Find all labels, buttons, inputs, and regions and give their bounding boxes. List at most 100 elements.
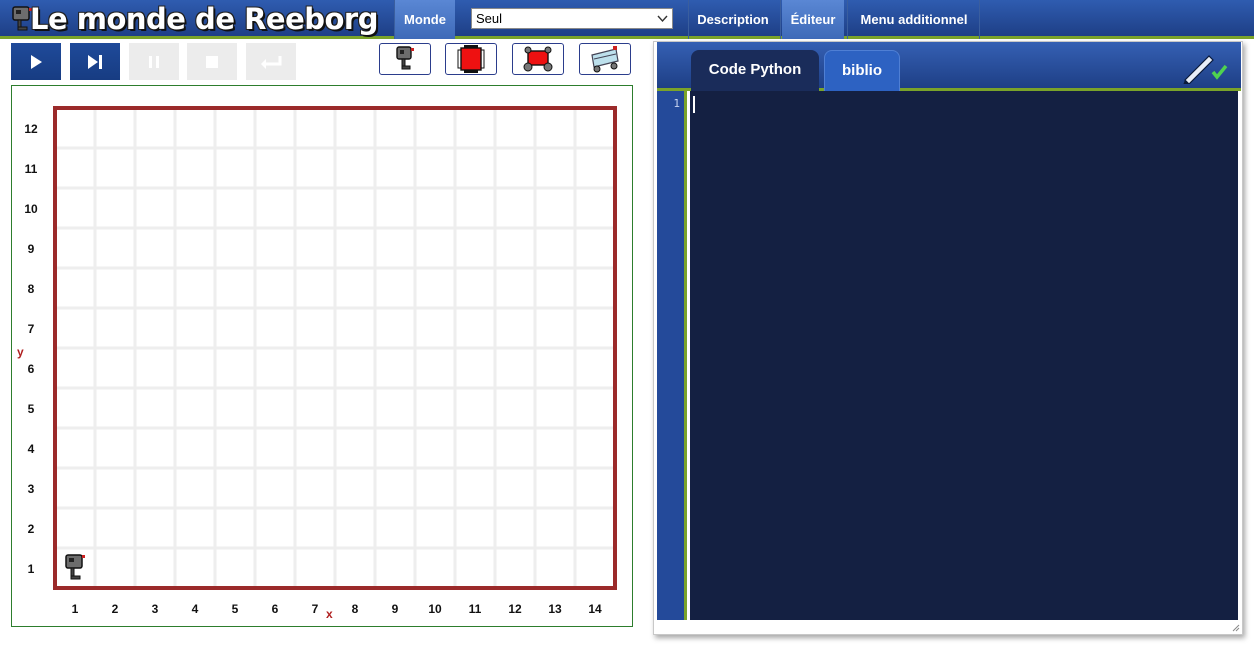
- grid-cell[interactable]: [213, 146, 257, 190]
- grid-cell[interactable]: [253, 306, 297, 350]
- grid-cell[interactable]: [373, 346, 417, 390]
- grid-cell[interactable]: [573, 466, 617, 510]
- code-editor[interactable]: [690, 91, 1238, 620]
- grid-cell[interactable]: [253, 266, 297, 310]
- grid-cell[interactable]: [173, 106, 217, 150]
- grid-cell[interactable]: [533, 466, 577, 510]
- grid-cell[interactable]: [173, 266, 217, 310]
- grid-cell[interactable]: [333, 466, 377, 510]
- grid-cell[interactable]: [453, 306, 497, 350]
- grid-cell[interactable]: [373, 186, 417, 230]
- grid-cell[interactable]: [253, 426, 297, 470]
- grid-cell[interactable]: [493, 226, 537, 270]
- grid-cell[interactable]: [253, 226, 297, 270]
- grid-cell[interactable]: [333, 226, 377, 270]
- grid-cell[interactable]: [213, 226, 257, 270]
- grid-cell[interactable]: [213, 106, 257, 150]
- grid-cell[interactable]: [453, 426, 497, 470]
- grid-cell[interactable]: [413, 386, 457, 430]
- grid-cell[interactable]: [53, 266, 97, 310]
- grid-cell[interactable]: [133, 426, 177, 470]
- world-select[interactable]: Seul: [471, 8, 673, 29]
- robot-tool-button[interactable]: [379, 43, 431, 75]
- grid-cell[interactable]: [93, 466, 137, 510]
- grid-cell[interactable]: [253, 546, 297, 590]
- grid-cell[interactable]: [413, 266, 457, 310]
- grid-cell[interactable]: [373, 546, 417, 590]
- grid-cell[interactable]: [573, 226, 617, 270]
- grid-cell[interactable]: [373, 266, 417, 310]
- grid-cell[interactable]: [133, 146, 177, 190]
- grid-cell[interactable]: [493, 386, 537, 430]
- grid-cell[interactable]: [333, 546, 377, 590]
- grid-cell[interactable]: [93, 186, 137, 230]
- grid-cell[interactable]: [213, 186, 257, 230]
- grid-cell[interactable]: [53, 186, 97, 230]
- grid-cell[interactable]: [93, 426, 137, 470]
- grid-cell[interactable]: [453, 386, 497, 430]
- grid-cell[interactable]: [413, 466, 457, 510]
- grid-cell[interactable]: [293, 506, 337, 550]
- grid-cell[interactable]: [333, 426, 377, 470]
- grid-cell[interactable]: [293, 466, 337, 510]
- grid-cell[interactable]: [533, 426, 577, 470]
- grid-cell[interactable]: [333, 506, 377, 550]
- reload-button[interactable]: [246, 43, 296, 80]
- grid-cell[interactable]: [533, 106, 577, 150]
- grid-cell[interactable]: [293, 346, 337, 390]
- grid-cell[interactable]: [213, 386, 257, 430]
- grid-cell[interactable]: [493, 466, 537, 510]
- grid-cell[interactable]: [493, 506, 537, 550]
- grid-cell[interactable]: [173, 306, 217, 350]
- grid-cell[interactable]: [293, 146, 337, 190]
- grid-cell[interactable]: [53, 346, 97, 390]
- grid-cell[interactable]: [213, 546, 257, 590]
- grid-cell[interactable]: [293, 106, 337, 150]
- grid-cell[interactable]: [293, 546, 337, 590]
- grid-cell[interactable]: [133, 306, 177, 350]
- tab-code-python[interactable]: Code Python: [691, 50, 819, 91]
- edit-pencil-check-icon[interactable]: [1181, 52, 1229, 84]
- grid-cell[interactable]: [573, 346, 617, 390]
- grid-cell[interactable]: [293, 306, 337, 350]
- grid-cell[interactable]: [333, 346, 377, 390]
- grid-cell[interactable]: [573, 386, 617, 430]
- grid-cell[interactable]: [93, 546, 137, 590]
- grid-cell[interactable]: [133, 226, 177, 270]
- grid-cell[interactable]: [533, 266, 577, 310]
- grid-cell[interactable]: [93, 266, 137, 310]
- extra-menu-button[interactable]: Menu additionnel: [850, 0, 978, 39]
- grid-cell[interactable]: [373, 146, 417, 190]
- grid-cell[interactable]: [173, 546, 217, 590]
- grid-cell[interactable]: [493, 546, 537, 590]
- grid-cell[interactable]: [533, 186, 577, 230]
- grid-cell[interactable]: [493, 426, 537, 470]
- grid-cell[interactable]: [253, 506, 297, 550]
- grid-cell[interactable]: [53, 226, 97, 270]
- grid-cell[interactable]: [333, 106, 377, 150]
- grid-cell[interactable]: [373, 386, 417, 430]
- grid-cell[interactable]: [333, 306, 377, 350]
- grid-cell[interactable]: [213, 506, 257, 550]
- grid-cell[interactable]: [53, 466, 97, 510]
- grid-cell[interactable]: [453, 106, 497, 150]
- grid-cell[interactable]: [53, 386, 97, 430]
- grid-cell[interactable]: [533, 226, 577, 270]
- description-button[interactable]: Description: [689, 0, 777, 39]
- grid-cell[interactable]: [173, 186, 217, 230]
- grid-cell[interactable]: [133, 266, 177, 310]
- grid-cell[interactable]: [173, 346, 217, 390]
- grid-cell[interactable]: [333, 146, 377, 190]
- grid-cell[interactable]: [173, 226, 217, 270]
- grid-cell[interactable]: [413, 186, 457, 230]
- grid-cell[interactable]: [413, 306, 457, 350]
- grid-cell[interactable]: [253, 346, 297, 390]
- world-info-button[interactable]: [445, 43, 497, 75]
- run-button[interactable]: [11, 43, 61, 80]
- grid-cell[interactable]: [93, 106, 137, 150]
- grid-cell[interactable]: [413, 146, 457, 190]
- grid-cell[interactable]: [173, 426, 217, 470]
- grid-cell[interactable]: [413, 106, 457, 150]
- grid-cell[interactable]: [293, 186, 337, 230]
- grid-cell[interactable]: [133, 506, 177, 550]
